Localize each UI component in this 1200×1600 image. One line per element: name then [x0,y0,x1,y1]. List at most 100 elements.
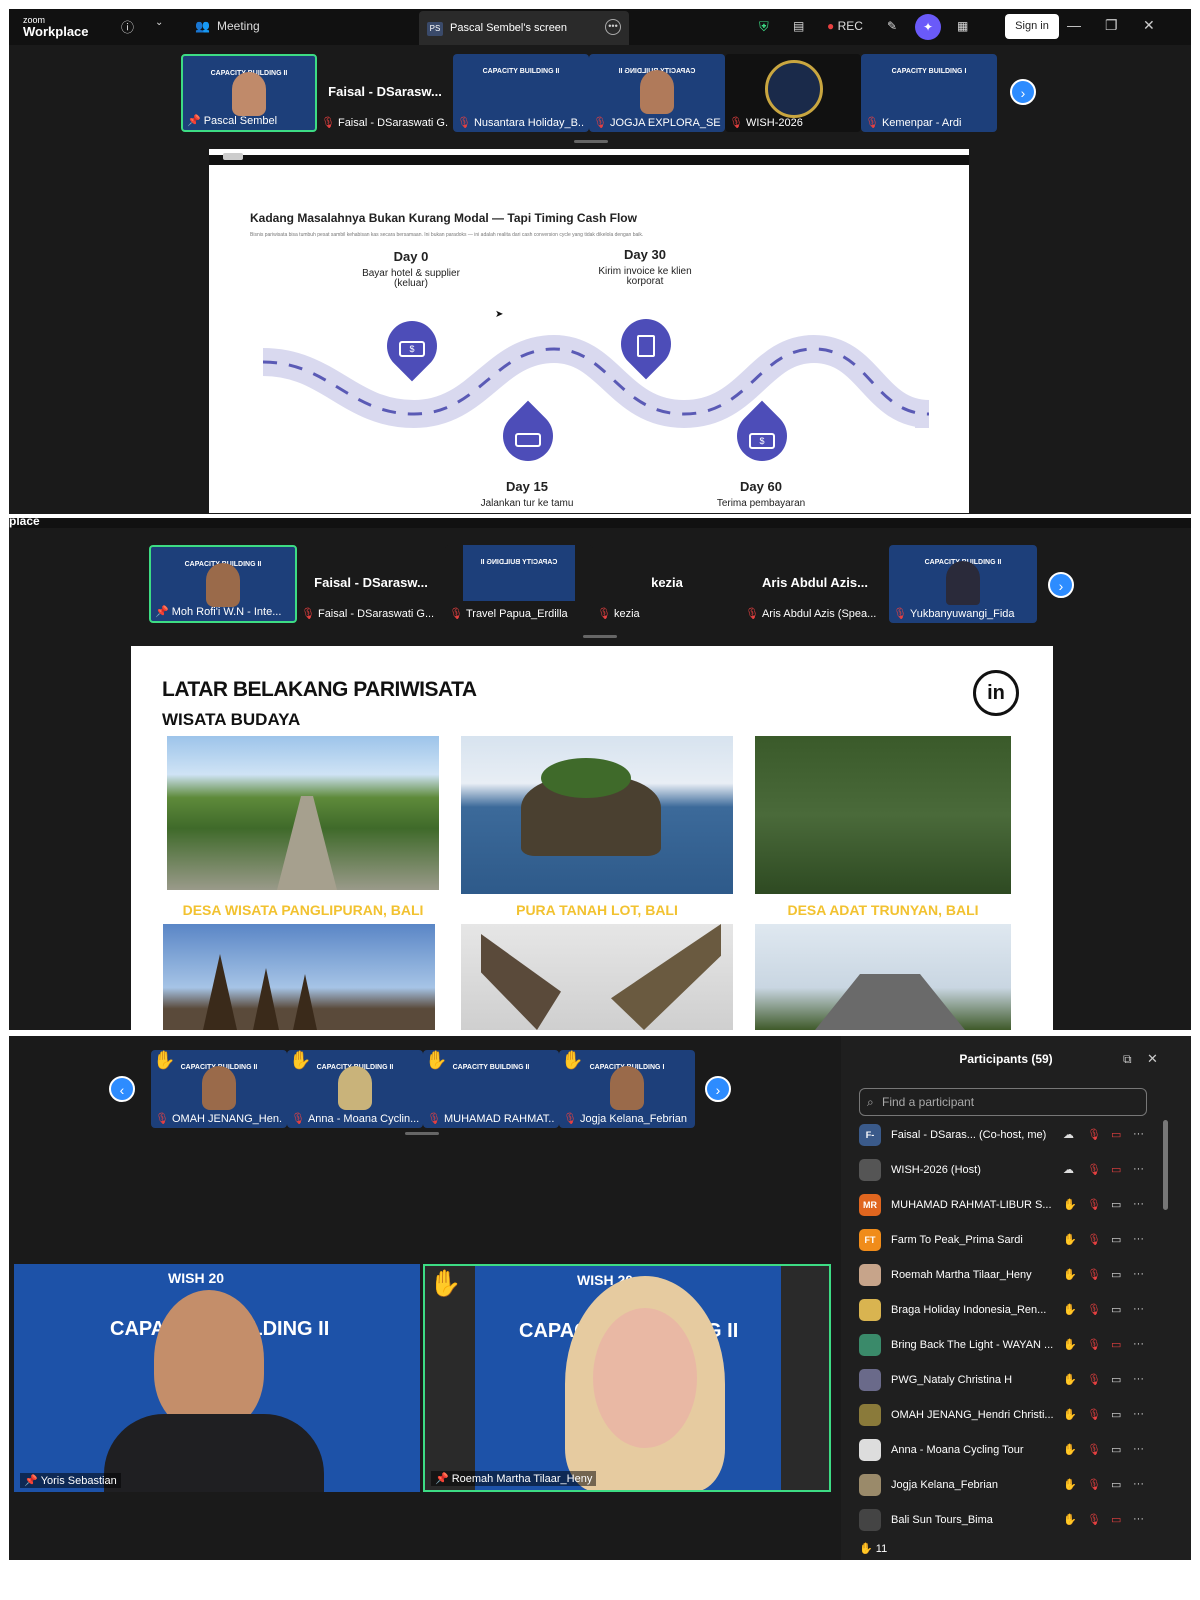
more-icon[interactable]: ··· [1133,1373,1144,1385]
camera-icon[interactable]: ▭ [1111,1198,1121,1211]
next-page-button[interactable]: › [1010,79,1036,105]
participant-row[interactable]: Jogja Kelana_Febrian ✋ 🎙 ▭ ··· [857,1468,1147,1503]
apps-icon[interactable]: ▦ [957,19,968,33]
mic-muted-icon[interactable]: 🎙 [1087,1233,1101,1246]
name-tile[interactable]: kezia 🎙 kezia [593,545,741,623]
participant-row[interactable]: Braga Holiday Indonesia_Ren... ✋ 🎙 ▭ ··· [857,1293,1147,1328]
sign-in-button[interactable]: Sign in [1005,14,1059,39]
drag-handle[interactable] [583,635,617,638]
mic-muted-icon[interactable]: 🎙 [1087,1338,1101,1351]
camera-icon[interactable]: ▭ [1111,1233,1121,1246]
meeting-label[interactable]: Meeting [217,19,260,33]
camera-icon[interactable]: ▭ [1111,1408,1121,1421]
info-icon[interactable]: ⓘ [121,17,134,36]
video-tile[interactable]: CAPACITY BUILDING II ✋ 🎙 OMAH JENANG_Hen.… [151,1050,287,1128]
drag-handle[interactable] [574,140,608,143]
share-screen-tab[interactable]: PS Pascal Sembel's screen ••• [419,11,629,45]
more-icon[interactable]: ··· [1133,1338,1144,1350]
video-tile[interactable]: CAPACITY BUILDING I ✋ 🎙 Jogja Kelana_Febr… [559,1050,695,1128]
video-roemah[interactable]: WISH 20 CAPACITY BUILDING II ✋ 📌Roemah M… [423,1264,831,1492]
video-tile[interactable]: CAPACITY BUILDING II 📌 Pascal Sembel [181,54,317,132]
mic-muted-icon[interactable]: 🎙 [1087,1128,1101,1141]
video-tile[interactable]: CAPACITY BUILDING II 📌 Moh Rofi'i W.N - I… [149,545,297,623]
next-page-button[interactable]: › [1048,572,1074,598]
mic-muted-icon[interactable]: 🎙 [1087,1198,1101,1211]
camera-icon[interactable]: ▭ [1111,1373,1121,1386]
tile-caption: CAPACITY BUILDING II [482,68,560,75]
participant-search-input[interactable]: ⌕ Find a participant [859,1088,1147,1116]
more-icon[interactable]: ··· [1133,1513,1144,1525]
video-tile[interactable]: CAPACITY BUILDING II 🎙 Travel Papua_Erdil… [445,545,593,623]
mic-muted-icon[interactable]: 🎙 [1087,1478,1101,1491]
more-icon[interactable]: ··· [1133,1268,1144,1280]
participant-row[interactable]: Bali Sun Tours_Bima ✋ 🎙 ▭ ··· [857,1503,1147,1538]
chevron-down-icon[interactable]: ⌄ [155,17,163,28]
video-tile[interactable]: CAPACITY BUILDING II 🎙JOGJA EXPLORA_SETI… [589,54,725,132]
more-icon[interactable]: ··· [1133,1478,1144,1490]
participant-row[interactable]: OMAH JENANG_Hendri Christi... ✋ 🎙 ▭ ··· [857,1398,1147,1433]
video-yoris[interactable]: WISH 20 CAPACITY BUILDING II 📌Yoris Seba… [14,1264,420,1492]
scrollbar[interactable] [1163,1120,1168,1210]
prev-page-button[interactable]: ‹ [109,1076,135,1102]
participant-row[interactable]: F- Faisal - DSaras... (Co-host, me) ☁ 🎙 ▭ ··· [857,1118,1147,1153]
video-tile[interactable]: CAPACITY BUILDING I 🎙 Kemenpar - Ardi [861,54,997,132]
mic-muted-icon[interactable]: 🎙 [1087,1373,1101,1386]
participant-row[interactable]: MR MUHAMAD RAHMAT-LIBUR S... ✋ 🎙 ▭ ··· [857,1188,1147,1223]
mic-muted-icon[interactable]: 🎙 [1087,1443,1101,1456]
more-icon[interactable]: ··· [1133,1443,1144,1455]
participant-row[interactable]: FT Farm To Peak_Prima Sardi ✋ 🎙 ▭ ··· [857,1223,1147,1258]
ai-companion-icon[interactable]: ✦ [915,14,941,40]
more-icon[interactable]: ··· [1133,1128,1144,1140]
minimize-icon[interactable]: — [1067,17,1081,33]
mic-muted-icon: 🎙 [457,117,471,129]
camera-icon[interactable]: ▭ [1111,1163,1121,1176]
rec-indicator[interactable]: ● REC [827,19,863,33]
restore-icon[interactable]: ❐ [1105,17,1118,34]
participant-row[interactable]: WISH-2026 (Host) ☁ 🎙 ▭ ··· [857,1153,1147,1188]
close-icon[interactable]: ✕ [1143,17,1155,34]
name-tile[interactable]: Aris Abdul Azis... 🎙 Aris Abdul Azis (Spe… [741,545,889,623]
camera-icon[interactable]: ▭ [1111,1443,1121,1456]
video-tile[interactable]: 🎙 WISH-2026 [725,54,861,132]
mic-muted-icon: 🎙 [745,608,759,620]
camera-icon[interactable]: ▭ [1111,1478,1121,1491]
photo-tanah-lot [461,736,733,894]
raised-hands-count[interactable]: ✋ 11 [859,1542,887,1555]
mic-muted-icon[interactable]: 🎙 [1087,1163,1101,1176]
video-tile[interactable]: CAPACITY BUILDING II ✋ 🎙 MUHAMAD RAHMAT..… [423,1050,559,1128]
camera-icon[interactable]: ▭ [1111,1338,1121,1351]
close-panel-icon[interactable]: ✕ [1147,1051,1158,1067]
more-icon[interactable]: ··· [1133,1198,1144,1210]
participant-row[interactable]: PWG_Nataly Christina H ✋ 🎙 ▭ ··· [857,1363,1147,1398]
more-icon[interactable]: ··· [1133,1303,1144,1315]
more-icon[interactable]: ··· [1133,1163,1144,1175]
raised-hand-icon: ✋ [1063,1304,1077,1316]
name-tile[interactable]: Faisal - DSarasw... 🎙 Faisal - DSaraswati… [297,545,445,623]
mic-muted-icon[interactable]: 🎙 [1087,1408,1101,1421]
more-icon[interactable]: ··· [1133,1233,1144,1245]
avatar: FT [859,1229,881,1251]
camera-icon[interactable]: ▭ [1111,1303,1121,1316]
camera-icon[interactable]: ▭ [1111,1268,1121,1281]
notes-icon[interactable]: ▤ [793,19,804,33]
pen-icon[interactable]: ✎ [887,19,897,33]
more-icon[interactable]: ··· [1133,1408,1144,1420]
camera-icon[interactable]: ▭ [1111,1128,1121,1141]
mic-muted-icon[interactable]: 🎙 [1087,1268,1101,1281]
shield-icon[interactable]: ⛨ [759,19,769,35]
drag-handle[interactable] [405,1132,439,1135]
participant-row[interactable]: Roemah Martha Tilaar_Heny ✋ 🎙 ▭ ··· [857,1258,1147,1293]
video-tile[interactable]: CAPACITY BUILDING II 🎙 Yukbanyuwangi_Fida [889,545,1037,623]
participant-row[interactable]: Anna - Moana Cycling Tour ✋ 🎙 ▭ ··· [857,1433,1147,1468]
video-tile[interactable]: CAPACITY BUILDING II ✋ 🎙 Anna - Moana Cyc… [287,1050,423,1128]
next-page-button[interactable]: › [705,1076,731,1102]
participant-row[interactable]: Bring Back The Light - WAYAN ... ✋ 🎙 ▭ ··· [857,1328,1147,1363]
mic-muted-icon[interactable]: 🎙 [1087,1303,1101,1316]
camera-icon[interactable]: ▭ [1111,1513,1121,1526]
name-tile[interactable]: Faisal - DSarasw... 🎙 Faisal - DSaraswati… [317,54,453,132]
mic-muted-icon: 🎙 [449,608,463,620]
video-tile[interactable]: CAPACITY BUILDING II 🎙 Nusantara Holiday_… [453,54,589,132]
more-icon[interactable]: ••• [605,19,621,35]
mic-muted-icon[interactable]: 🎙 [1087,1513,1101,1526]
popout-icon[interactable]: ⧉ [1123,1052,1132,1067]
